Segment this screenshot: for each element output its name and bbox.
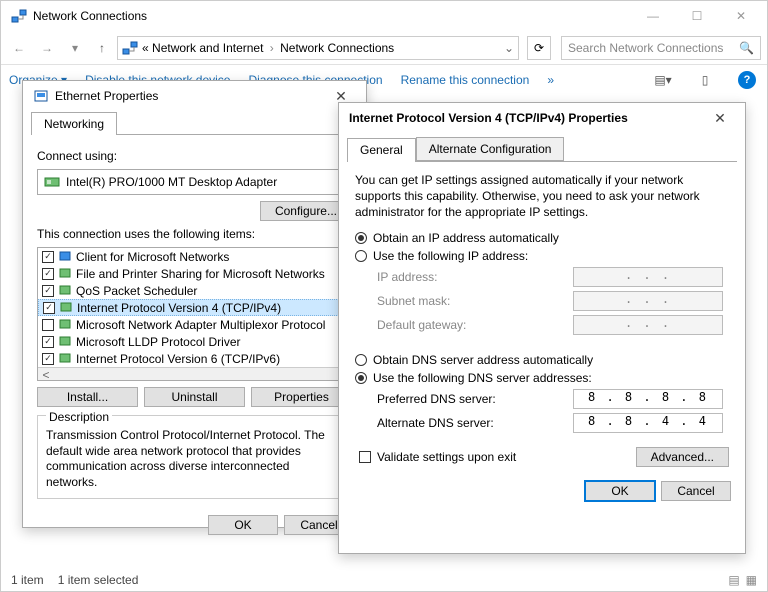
items-label: This connection uses the following items…	[37, 227, 352, 241]
radio-icon	[355, 250, 367, 262]
install-button[interactable]: Install...	[37, 387, 138, 407]
preferred-dns-label: Preferred DNS server:	[377, 392, 573, 406]
horizontal-scrollbar[interactable]: <>	[38, 367, 351, 381]
client-icon	[58, 250, 72, 264]
rename-cmd[interactable]: Rename this connection	[401, 73, 530, 87]
radio-dns-manual[interactable]: Use the following DNS server addresses:	[355, 371, 729, 385]
protocol-icon	[59, 301, 73, 315]
uninstall-button[interactable]: Uninstall	[144, 387, 245, 407]
back-button[interactable]: ←	[7, 36, 31, 60]
ipv4-properties-dialog: Internet Protocol Version 4 (TCP/IPv4) P…	[338, 102, 746, 554]
forward-button[interactable]: →	[35, 36, 59, 60]
recent-dropdown[interactable]: ▾	[63, 36, 87, 60]
adapter-field: Intel(R) PRO/1000 MT Desktop Adapter	[37, 169, 352, 195]
service-icon	[58, 284, 72, 298]
description-text: Transmission Control Protocol/Internet P…	[46, 428, 343, 490]
list-item: ✓File and Printer Sharing for Microsoft …	[38, 265, 351, 282]
view-options-icon[interactable]: ▤▾	[651, 68, 675, 92]
help-button[interactable]: ?	[735, 68, 759, 92]
service-icon	[58, 267, 72, 281]
connect-using-label: Connect using:	[37, 149, 352, 163]
gateway-label: Default gateway:	[377, 318, 573, 332]
list-item: ✓QoS Packet Scheduler	[38, 282, 351, 299]
adapter-name: Intel(R) PRO/1000 MT Desktop Adapter	[66, 175, 277, 189]
dialog-title: Ethernet Properties	[55, 89, 326, 103]
cancel-button[interactable]: Cancel	[661, 481, 731, 501]
ok-button[interactable]: OK	[208, 515, 278, 535]
ethernet-icon	[33, 88, 49, 104]
gateway-field: . . .	[573, 315, 723, 335]
up-button[interactable]: ↑	[91, 37, 113, 59]
minimize-button[interactable]: —	[631, 2, 675, 30]
maximize-button[interactable]: ☐	[675, 2, 719, 30]
list-item: Microsoft Network Adapter Multiplexor Pr…	[38, 316, 351, 333]
protocol-icon	[58, 318, 72, 332]
checkbox[interactable]: ✓	[42, 336, 54, 348]
details-view-icon[interactable]: ▤	[728, 573, 739, 587]
checkbox[interactable]: ✓	[42, 353, 54, 365]
preferred-dns-field[interactable]: 8 . 8 . 8 . 8	[573, 389, 723, 409]
network-icon	[122, 40, 138, 56]
alternate-dns-label: Alternate DNS server:	[377, 416, 573, 430]
item-count: 1 item	[11, 573, 44, 587]
advanced-button[interactable]: Advanced...	[636, 447, 729, 467]
ethernet-properties-dialog: Ethernet Properties ✕ Networking Connect…	[22, 80, 367, 528]
selection-count: 1 item selected	[58, 573, 139, 587]
tab-alternate-configuration[interactable]: Alternate Configuration	[416, 137, 565, 161]
subnet-field: . . .	[573, 291, 723, 311]
search-placeholder: Search Network Connections	[568, 41, 723, 55]
protocol-icon	[58, 352, 72, 366]
ip-address-label: IP address:	[377, 270, 573, 284]
dialog-title: Internet Protocol Version 4 (TCP/IPv4) P…	[349, 111, 705, 125]
checkbox-icon	[359, 451, 371, 463]
tab-general[interactable]: General	[347, 138, 416, 162]
radio-icon	[355, 354, 367, 366]
list-item: ✓Internet Protocol Version 6 (TCP/IPv6)	[38, 350, 351, 367]
titlebar: Network Connections — ☐ ✕	[1, 1, 767, 31]
close-button[interactable]: ✕	[719, 2, 763, 30]
window-title: Network Connections	[33, 9, 631, 23]
status-bar: 1 item 1 item selected	[11, 573, 138, 587]
radio-dns-auto[interactable]: Obtain DNS server address automatically	[355, 353, 729, 367]
preview-pane-icon[interactable]: ▯	[693, 68, 717, 92]
validate-checkbox[interactable]: Validate settings upon exit	[359, 450, 516, 464]
chevron-right-icon[interactable]: ›	[267, 41, 277, 55]
address-bar[interactable]: « Network and Internet › Network Connect…	[117, 36, 519, 60]
checkbox[interactable]: ✓	[43, 302, 55, 314]
alternate-dns-field[interactable]: 8 . 8 . 4 . 4	[573, 413, 723, 433]
ip-fields-group: IP address:. . . Subnet mask:. . . Defau…	[355, 267, 729, 345]
tab-networking[interactable]: Networking	[31, 112, 117, 135]
connection-items-list[interactable]: ✓Client for Microsoft Networks ✓File and…	[37, 247, 352, 381]
properties-button[interactable]: Properties	[251, 387, 352, 407]
search-input[interactable]: Search Network Connections 🔍	[561, 36, 761, 60]
refresh-button[interactable]: ⟳	[527, 36, 551, 60]
search-icon[interactable]: 🔍	[739, 41, 754, 55]
breadcrumb[interactable]: « Network and Internet › Network Connect…	[142, 41, 394, 55]
ip-address-field: . . .	[573, 267, 723, 287]
list-item: ✓Microsoft LLDP Protocol Driver	[38, 333, 351, 350]
radio-icon	[355, 232, 367, 244]
address-dropdown-icon[interactable]: ⌄	[504, 41, 514, 55]
radio-icon	[355, 372, 367, 384]
nav-row: ← → ▾ ↑ « Network and Internet › Network…	[1, 31, 767, 65]
description-legend: Description	[46, 410, 112, 424]
protocol-icon	[58, 335, 72, 349]
checkbox[interactable]: ✓	[42, 268, 54, 280]
checkbox[interactable]: ✓	[42, 251, 54, 263]
radio-ip-auto[interactable]: Obtain an IP address automatically	[355, 231, 729, 245]
ok-button[interactable]: OK	[585, 481, 655, 501]
close-icon[interactable]: ✕	[705, 110, 735, 127]
radio-ip-manual[interactable]: Use the following IP address:	[355, 249, 729, 263]
description-group: Description Transmission Control Protoco…	[37, 415, 352, 499]
large-icons-view-icon[interactable]: ▦	[746, 573, 757, 587]
more-commands[interactable]: »	[547, 73, 554, 87]
checkbox[interactable]: ✓	[42, 285, 54, 297]
list-item-selected: ✓Internet Protocol Version 4 (TCP/IPv4)	[38, 299, 351, 316]
list-item: ✓Client for Microsoft Networks	[38, 248, 351, 265]
adapter-icon	[44, 174, 60, 190]
subnet-label: Subnet mask:	[377, 294, 573, 308]
ipv4-description: You can get IP settings assigned automat…	[355, 172, 729, 221]
checkbox[interactable]	[42, 319, 54, 331]
network-connections-icon	[11, 8, 27, 24]
